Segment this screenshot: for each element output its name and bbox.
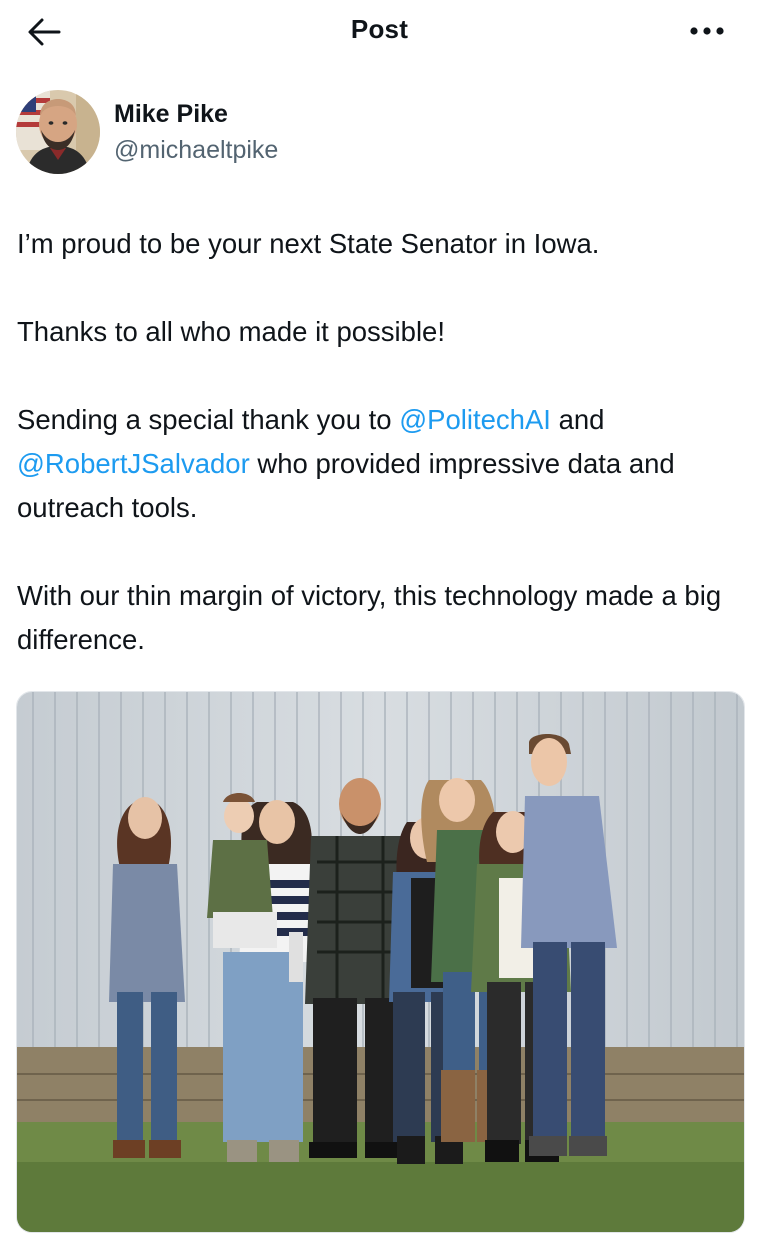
post-author: Mike Pike @michaeltpike	[16, 89, 736, 175]
mention-link-politechai[interactable]: @PolitechAI	[399, 404, 551, 435]
post-paragraph-2: Thanks to all who made it possible!	[17, 316, 445, 347]
post-text-segment: and	[550, 404, 605, 435]
mention-link-robertjsalvador[interactable]: @RobertJSalvador	[17, 448, 250, 479]
family-photo	[17, 692, 744, 1232]
post-text: I’m proud to be your next State Senator …	[17, 222, 737, 706]
more-options-button[interactable]	[685, 14, 729, 48]
post-paragraph-3: Sending a special thank you to @Politech…	[17, 398, 737, 530]
author-name[interactable]: Mike Pike	[114, 100, 228, 129]
post-media-photo[interactable]	[16, 691, 745, 1233]
page-title: Post	[350, 14, 409, 44]
avatar[interactable]	[16, 90, 100, 174]
post-text-segment: Sending a special thank you to	[17, 404, 400, 435]
top-bar: Post	[0, 0, 759, 62]
author-handle[interactable]: @michaeltpike	[114, 136, 278, 165]
more-dots-icon	[690, 27, 724, 35]
post-paragraph-4: With our thin margin of victory, this te…	[17, 580, 722, 655]
avatar-image	[16, 90, 100, 174]
post-paragraph-1: I’m proud to be your next State Senator …	[17, 228, 600, 259]
